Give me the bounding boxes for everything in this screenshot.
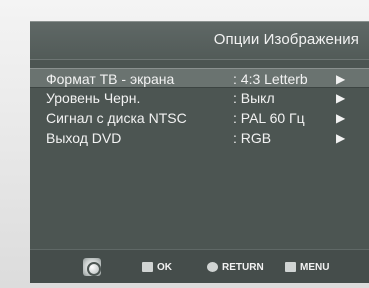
options-menu: Формат ТВ - экрана : 4:3 Letterb ▶ Урове… <box>30 68 369 148</box>
chevron-right-icon: ▶ <box>336 91 346 105</box>
menu-item-value: : PAL 60 Гц <box>233 110 305 126</box>
menu-item-dvd-output[interactable]: Выход DVD : RGB ▶ <box>30 128 369 148</box>
osd-screen: Опции Изображения Формат ТВ - экрана : 4… <box>30 21 369 283</box>
ok-hint: OK <box>142 260 172 274</box>
menu-item-label: Формат ТВ - экрана <box>46 71 175 87</box>
return-label: RETURN <box>222 261 264 273</box>
chevron-right-icon: ▶ <box>336 72 346 86</box>
menu-icon <box>285 262 296 272</box>
return-hint: RETURN <box>207 260 264 274</box>
menu-item-value: : Выкл <box>233 90 275 106</box>
chevron-right-icon: ▶ <box>336 111 346 125</box>
menu-item-label: Выход DVD <box>46 130 122 146</box>
menu-label: MENU <box>300 261 330 273</box>
menu-title: Опции Изображения <box>213 31 359 48</box>
menu-header: Опции Изображения <box>30 22 369 60</box>
menu-hint: MENU <box>285 260 329 274</box>
menu-item-value: : RGB <box>233 130 272 146</box>
return-icon <box>207 262 218 272</box>
menu-item-tv-aspect[interactable]: Формат ТВ - экрана : 4:3 Letterb ▶ <box>30 68 369 88</box>
ok-label: OK <box>157 261 172 273</box>
menu-item-black-level[interactable]: Уровень Черн. : Выкл ▶ <box>30 88 369 108</box>
menu-item-label: Уровень Черн. <box>46 90 141 106</box>
chevron-right-icon: ▶ <box>336 131 346 145</box>
button-guide-bar: OK RETURN MENU <box>30 249 369 283</box>
menu-item-ntsc-signal[interactable]: Сигнал с диска NTSC : PAL 60 Гц ▶ <box>30 108 369 128</box>
enter-icon <box>142 262 153 272</box>
navigation-pad-icon <box>83 258 101 276</box>
menu-item-value: : 4:3 Letterb <box>233 71 308 87</box>
menu-item-label: Сигнал с диска NTSC <box>46 110 187 126</box>
